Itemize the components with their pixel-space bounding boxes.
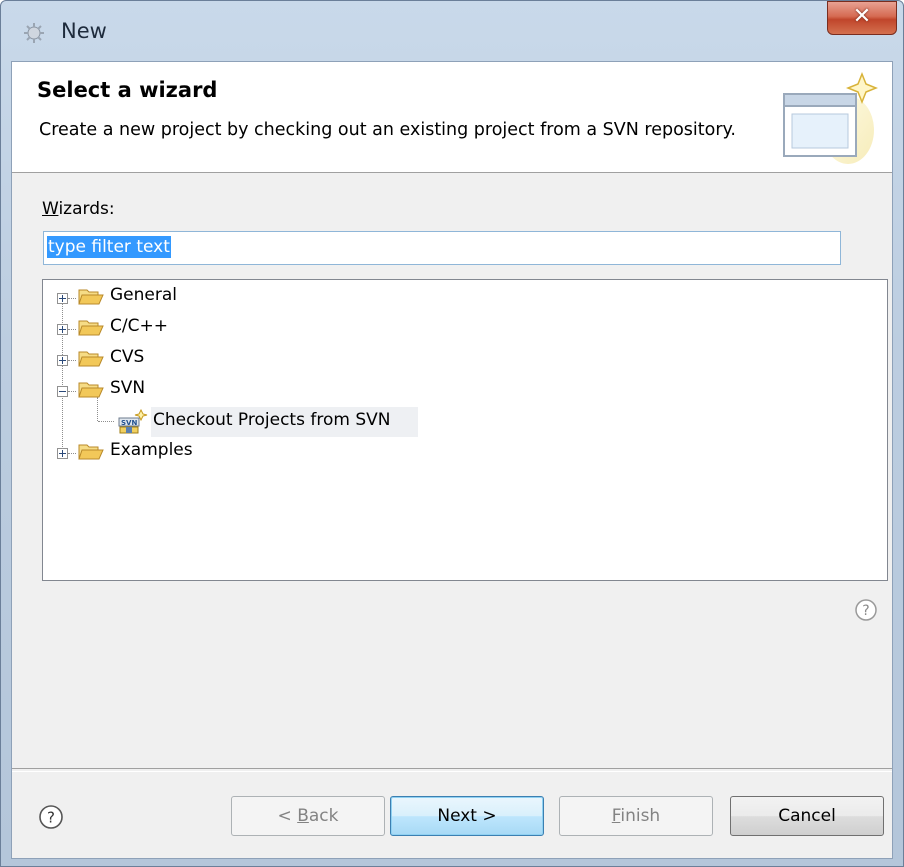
- svg-text:SVN: SVN: [121, 419, 137, 427]
- back-button-prefix: <: [277, 806, 298, 826]
- tree-item-examples[interactable]: Examples: [56, 439, 256, 465]
- tree-item-label: General: [110, 285, 177, 305]
- page-description: Create a new project by checking out an …: [39, 120, 736, 140]
- next-button[interactable]: Next >: [390, 796, 544, 836]
- tree-connector: [68, 453, 76, 454]
- wizards-label-mnemonic: W: [42, 199, 59, 219]
- tree-connector: [68, 360, 76, 361]
- wizard-header: Select a wizard Create a new project by …: [12, 62, 892, 173]
- new-wizard-icon: [783, 71, 878, 164]
- folder-icon: [78, 382, 104, 398]
- svg-text:?: ?: [47, 809, 55, 827]
- tree-item-svn[interactable]: SVN: [56, 377, 256, 403]
- expand-icon[interactable]: [57, 324, 68, 335]
- filter-input-value: type filter text: [47, 236, 171, 258]
- close-button[interactable]: ✕: [827, 1, 897, 35]
- collapse-icon[interactable]: [57, 386, 68, 397]
- close-icon: ✕: [852, 4, 872, 29]
- tree-item-label: SVN: [110, 378, 146, 398]
- tree-item-label: Checkout Projects from SVN: [153, 410, 391, 430]
- tree-connector: [98, 421, 114, 422]
- tree-connector: [68, 391, 76, 392]
- folder-icon: [78, 351, 104, 367]
- cancel-button-label: Cancel: [778, 806, 836, 826]
- tree-item-label: CVS: [110, 347, 145, 367]
- expand-icon[interactable]: [57, 293, 68, 304]
- tree-connector: [68, 329, 76, 330]
- next-button-label: Next >: [437, 806, 497, 826]
- tree-item-label: Examples: [110, 440, 193, 460]
- eclipse-app-icon: [24, 23, 44, 43]
- tree-connector: [68, 298, 76, 299]
- wizards-label-text: izards:: [58, 199, 115, 219]
- dialog-window: New ✕ Select a wizard Create a new proje…: [0, 0, 904, 867]
- footer-separator: [12, 768, 892, 772]
- back-button[interactable]: < Back: [231, 796, 385, 836]
- svn-checkout-icon: SVN: [118, 408, 148, 434]
- tree-item-checkout-svn[interactable]: Checkout Projects from SVN: [151, 407, 418, 437]
- filter-input[interactable]: type filter text: [43, 231, 841, 265]
- help-icon[interactable]: ?: [37, 803, 65, 831]
- finish-button-text: inish: [620, 806, 661, 826]
- wizard-tree[interactable]: General C/C++ CVS SVN Checkout Projects …: [42, 279, 888, 581]
- folder-icon: [78, 289, 104, 305]
- window-title: New: [61, 19, 107, 43]
- dialog-client: Select a wizard Create a new project by …: [11, 61, 893, 859]
- folder-icon: [78, 320, 104, 336]
- wizards-label: Wizards:: [42, 199, 115, 219]
- title-bar[interactable]: New ✕: [1, 1, 903, 61]
- back-button-text: ack: [308, 806, 339, 826]
- help-icon[interactable]: ?: [854, 598, 878, 622]
- tree-item-cpp[interactable]: C/C++: [56, 315, 256, 341]
- tree-item-label: C/C++: [110, 316, 168, 336]
- cancel-button[interactable]: Cancel: [730, 796, 884, 836]
- expand-icon[interactable]: [57, 355, 68, 366]
- page-title: Select a wizard: [37, 78, 218, 102]
- folder-icon: [78, 444, 104, 460]
- expand-icon[interactable]: [57, 448, 68, 459]
- tree-item-cvs[interactable]: CVS: [56, 346, 256, 372]
- svg-text:?: ?: [862, 603, 869, 619]
- back-button-mnemonic: B: [297, 806, 309, 826]
- tree-item-general[interactable]: General: [56, 284, 256, 310]
- finish-button[interactable]: Finish: [559, 796, 713, 836]
